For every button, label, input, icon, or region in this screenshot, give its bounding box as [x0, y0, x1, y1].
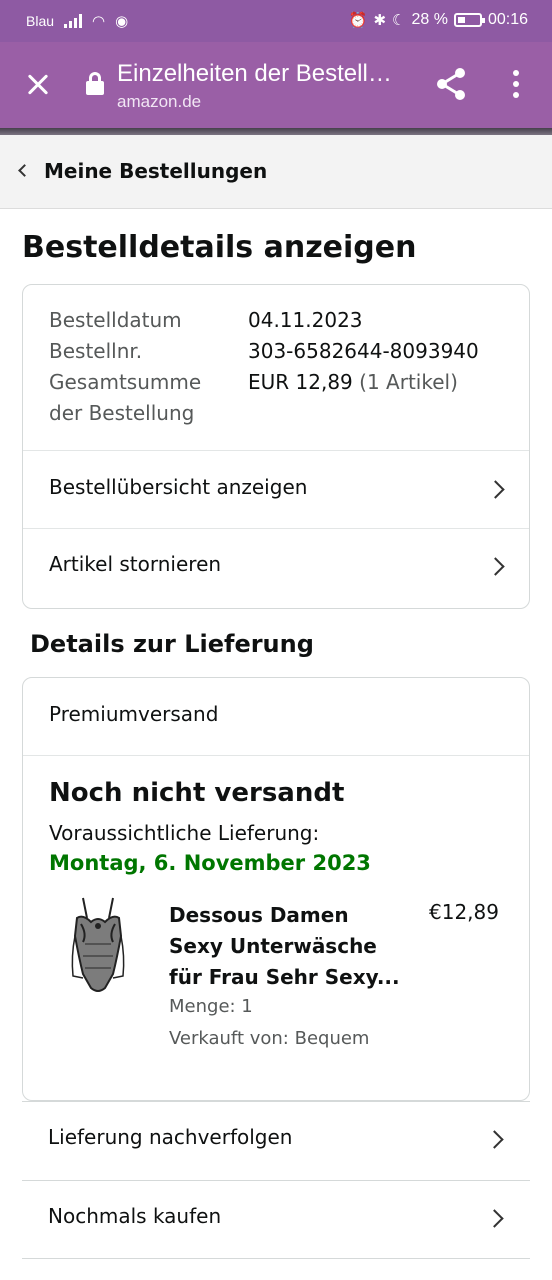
- product-seller: Verkauft von: Bequem: [169, 1028, 370, 1049]
- estimated-delivery-label: Voraussichtliche Lieferung:: [49, 821, 320, 845]
- order-total-label-1: Gesamtsumme: [49, 370, 202, 394]
- page-heading: Bestelldetails anzeigen: [22, 230, 417, 265]
- shipment-status: Noch nicht versandt: [49, 778, 345, 808]
- chevron-right-icon: [486, 557, 505, 576]
- clock: 00:16: [487, 11, 528, 28]
- cancel-items-label: Artikel stornieren: [49, 552, 222, 576]
- order-number-value: 303-6582644-8093940: [248, 339, 479, 363]
- summary-labels: Bestelldatum Bestellnr. Gesamtsumme der …: [49, 305, 201, 429]
- moon-icon: ☾: [392, 12, 406, 29]
- chevron-left-icon: [18, 164, 31, 177]
- breadcrumb[interactable]: Meine Bestellungen: [0, 135, 552, 209]
- close-icon[interactable]: [18, 64, 58, 104]
- product-thumbnail[interactable]: [69, 896, 127, 998]
- order-date-label: Bestelldatum: [49, 308, 182, 332]
- browser-app-bar: Einzelheiten der Bestell… amazon.de: [0, 42, 552, 128]
- product-price: €12,89: [429, 900, 499, 924]
- track-delivery-label: Lieferung nachverfolgen: [48, 1125, 293, 1149]
- chevron-right-icon: [485, 1209, 504, 1228]
- status-bar: Blau ◠ ◉ ⏰ ✱ ☾ 28 % 00:16: [0, 0, 552, 42]
- cancel-items-link[interactable]: Artikel stornieren: [23, 529, 529, 607]
- chevron-right-icon: [486, 480, 505, 499]
- more-vert-icon[interactable]: [500, 64, 532, 104]
- estimated-delivery-date: Montag, 6. November 2023: [49, 851, 371, 875]
- signal-icon: [64, 14, 83, 28]
- summary-values: 04.11.2023 303-6582644-8093940 EUR 12,89…: [248, 305, 479, 398]
- order-summary-card: Bestelldatum Bestellnr. Gesamtsumme der …: [22, 284, 530, 609]
- order-total-amount: EUR 12,89: [248, 370, 353, 394]
- chevron-right-icon: [485, 1130, 504, 1149]
- buy-again-label: Nochmals kaufen: [48, 1204, 222, 1228]
- order-date-value: 04.11.2023: [248, 308, 363, 332]
- shipping-type: Premiumversand: [49, 702, 219, 726]
- order-total-label-2: der Bestellung: [49, 401, 195, 425]
- delivery-section-title: Details zur Lieferung: [30, 630, 314, 658]
- eye-icon: ◉: [115, 13, 129, 30]
- alarm-icon: ⏰: [348, 12, 368, 29]
- battery-percent: 28 %: [411, 11, 448, 28]
- url-label: amazon.de: [117, 92, 202, 111]
- product-quantity: Menge: 1: [169, 996, 253, 1017]
- order-item-count: (1 Artikel): [359, 370, 458, 394]
- buy-again-row[interactable]: Nochmals kaufen: [22, 1180, 530, 1258]
- product-name[interactable]: Dessous Damen Sexy Unterwäsche für Frau …: [169, 900, 409, 993]
- battery-icon: [453, 13, 485, 27]
- carrier-label: Blau: [26, 13, 55, 29]
- lock-icon: [86, 72, 104, 95]
- app-bar-divider: [0, 128, 552, 135]
- share-icon[interactable]: [432, 64, 472, 104]
- track-delivery-row[interactable]: Lieferung nachverfolgen: [22, 1101, 530, 1179]
- order-overview-label: Bestellübersicht anzeigen: [49, 475, 308, 499]
- wifi-icon: ◠: [92, 13, 106, 30]
- page-title-bar: Einzelheiten der Bestell…: [117, 60, 392, 87]
- delivery-card: Premiumversand Noch nicht versandt Vorau…: [22, 677, 530, 1101]
- breadcrumb-label: Meine Bestellungen: [44, 159, 268, 183]
- order-overview-link[interactable]: Bestellübersicht anzeigen: [23, 451, 529, 528]
- divider: [22, 1258, 530, 1280]
- bluetooth-icon: ✱: [373, 12, 387, 29]
- divider: [23, 755, 529, 756]
- order-total-value: EUR 12,89 (1 Artikel): [248, 367, 479, 398]
- order-number-label: Bestellnr.: [49, 339, 143, 363]
